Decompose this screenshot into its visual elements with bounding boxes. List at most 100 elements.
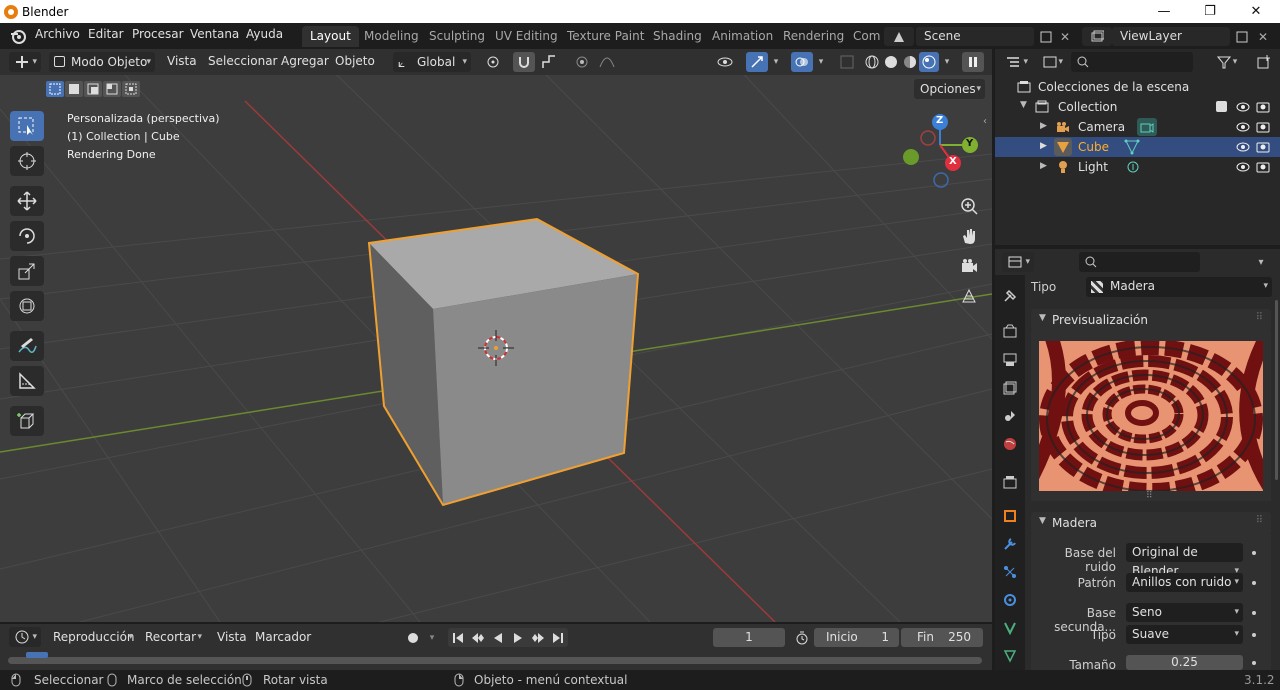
camera-data-icon[interactable]	[1137, 118, 1157, 136]
navigation-gizmo[interactable]	[900, 110, 990, 195]
current-frame-field[interactable]: 1	[713, 628, 785, 647]
collection-visibility-icon[interactable]	[1236, 101, 1250, 113]
wood-panel-header[interactable]: ▼ Madera ⠿	[1031, 512, 1271, 534]
menu-ayuda[interactable]: Ayuda	[246, 27, 283, 41]
blender-menu-icon[interactable]	[9, 27, 27, 45]
tab-texture-paint[interactable]: Texture Paint	[559, 26, 652, 47]
cube-mesh-data-icon[interactable]	[1124, 139, 1140, 155]
noise-type-keyframe-dot[interactable]	[1252, 633, 1256, 637]
pause-render-icon[interactable]	[962, 52, 984, 72]
pattern-keyframe-dot[interactable]	[1252, 581, 1256, 585]
ortho-toggle-icon[interactable]	[955, 282, 983, 310]
collection-exclude-checkbox[interactable]	[1216, 101, 1227, 112]
preview-collapse-icon[interactable]: ▼	[1039, 313, 1046, 323]
sidebar-toggle-icon[interactable]: ‹	[983, 116, 987, 127]
noise-type-dropdown[interactable]: Suave ▾	[1126, 625, 1243, 644]
render-tab-icon[interactable]	[998, 320, 1022, 342]
timeline-view-menu[interactable]: Vista	[217, 630, 247, 644]
menu-procesar[interactable]: Procesar	[132, 27, 184, 41]
cube-render-icon[interactable]	[1256, 141, 1270, 153]
new-collection-icon[interactable]	[1253, 52, 1275, 72]
snap-toggle-icon[interactable]	[513, 52, 535, 72]
overlay-dropdown-icon[interactable]: ▾	[813, 52, 829, 72]
overlay-toggle-icon[interactable]	[791, 52, 813, 72]
delete-viewlayer-icon[interactable]: ✕	[1254, 27, 1272, 46]
proportional-edit-icon[interactable]	[571, 52, 593, 72]
camera-expand-icon[interactable]: ▶	[1040, 121, 1047, 131]
scene-tab-icon[interactable]	[998, 405, 1022, 427]
cube-visibility-icon[interactable]	[1236, 141, 1250, 153]
transform-tool[interactable]	[10, 291, 44, 321]
jump-end-icon[interactable]	[548, 628, 568, 647]
outliner-item-light[interactable]: ▶ Light	[995, 157, 1280, 177]
modifiers-tab-icon[interactable]	[998, 533, 1022, 555]
wireframe-shading-icon[interactable]	[862, 52, 882, 72]
properties-scrollbar[interactable]	[1275, 300, 1278, 480]
size-field[interactable]: 0.25	[1126, 655, 1243, 670]
viewlayer-selector-icon[interactable]	[1082, 27, 1112, 46]
secondary-basis-keyframe-dot[interactable]	[1252, 611, 1256, 615]
keying-menu[interactable]: Recortar ▾	[139, 627, 206, 647]
frame-start-field[interactable]: Inicio 1	[814, 628, 899, 647]
tab-rendering[interactable]: Rendering	[775, 26, 852, 47]
view-layer-tab-icon[interactable]	[998, 377, 1022, 399]
tab-shading[interactable]: Shading	[645, 26, 710, 47]
visibility-selector-icon[interactable]	[709, 52, 741, 72]
collection-tab-icon[interactable]	[998, 471, 1022, 493]
display-mode-dropdown[interactable]: ▾	[1037, 52, 1067, 72]
particles-tab-icon[interactable]	[998, 561, 1022, 583]
preview-range-icon[interactable]	[793, 628, 811, 647]
collection-expand-icon[interactable]: ▼	[1020, 100, 1027, 110]
menu-editar[interactable]: Editar	[88, 27, 124, 41]
measure-tool[interactable]	[10, 366, 44, 396]
menu-seleccionar[interactable]: Seleccionar	[208, 54, 277, 68]
pan-hand-icon[interactable]	[955, 222, 983, 250]
select-subtract-icon[interactable]	[84, 81, 102, 97]
next-keyframe-icon[interactable]	[528, 628, 548, 647]
add-cube-tool[interactable]	[10, 406, 44, 436]
wood-collapse-icon[interactable]: ▼	[1039, 516, 1046, 526]
tab-compositing[interactable]: Com	[845, 26, 888, 47]
frame-end-field[interactable]: Fin 250	[901, 628, 983, 647]
new-scene-icon[interactable]	[1036, 27, 1056, 46]
maximize-button[interactable]: ❐	[1187, 0, 1233, 23]
camera-visibility-icon[interactable]	[1236, 121, 1250, 133]
properties-search-input[interactable]	[1079, 252, 1200, 272]
solid-shading-icon[interactable]	[881, 52, 901, 72]
select-invert-icon[interactable]	[103, 81, 121, 97]
light-render-icon[interactable]	[1256, 161, 1270, 173]
prev-keyframe-icon[interactable]	[468, 628, 488, 647]
light-visibility-icon[interactable]	[1236, 161, 1250, 173]
timeline-marker-menu[interactable]: Marcador	[255, 630, 311, 644]
tab-modeling[interactable]: Modeling	[356, 26, 427, 47]
secondary-basis-dropdown[interactable]: Seno ▾	[1126, 603, 1243, 622]
noise-basis-keyframe-dot[interactable]	[1252, 551, 1256, 555]
collection-render-icon[interactable]	[1256, 101, 1270, 113]
move-tool[interactable]	[10, 186, 44, 216]
constraints-tab-icon[interactable]	[998, 617, 1022, 639]
properties-editor-type-dropdown[interactable]: ▾	[1002, 252, 1034, 272]
properties-options-dropdown-icon[interactable]: ▾	[1253, 253, 1269, 271]
material-shading-icon[interactable]	[900, 52, 920, 72]
outliner-item-cube[interactable]: ▶ Cube	[995, 137, 1280, 157]
menu-objeto[interactable]: Objeto	[335, 54, 375, 68]
gizmo-dropdown-icon[interactable]: ▾	[768, 52, 784, 72]
world-tab-icon[interactable]	[998, 433, 1022, 455]
gizmo-toggle-icon[interactable]	[746, 52, 768, 72]
xray-toggle-icon[interactable]	[837, 52, 857, 72]
output-tab-icon[interactable]	[998, 349, 1022, 371]
auto-keying-dropdown-icon[interactable]: ▾	[424, 628, 440, 647]
pattern-dropdown[interactable]: Anillos con ruido ▾	[1126, 573, 1243, 592]
preview-resize-handle[interactable]: ⠿	[1146, 491, 1153, 501]
editor-type-dropdown[interactable]: ▾	[9, 52, 41, 72]
pivot-point-icon[interactable]	[479, 52, 507, 72]
camera-render-icon[interactable]	[1256, 121, 1270, 133]
mode-dropdown[interactable]: Modo Objeto ▾	[49, 52, 155, 72]
transform-orientation-dropdown[interactable]: ⟀ Global ▾	[393, 52, 471, 72]
snap-target-icon[interactable]	[536, 52, 562, 72]
tool-tab-icon[interactable]	[998, 285, 1022, 307]
jump-start-icon[interactable]	[448, 628, 468, 647]
light-data-icon[interactable]	[1126, 160, 1140, 174]
filter-icon[interactable]: ▾	[1211, 52, 1243, 72]
select-box-tool[interactable]	[10, 111, 44, 141]
